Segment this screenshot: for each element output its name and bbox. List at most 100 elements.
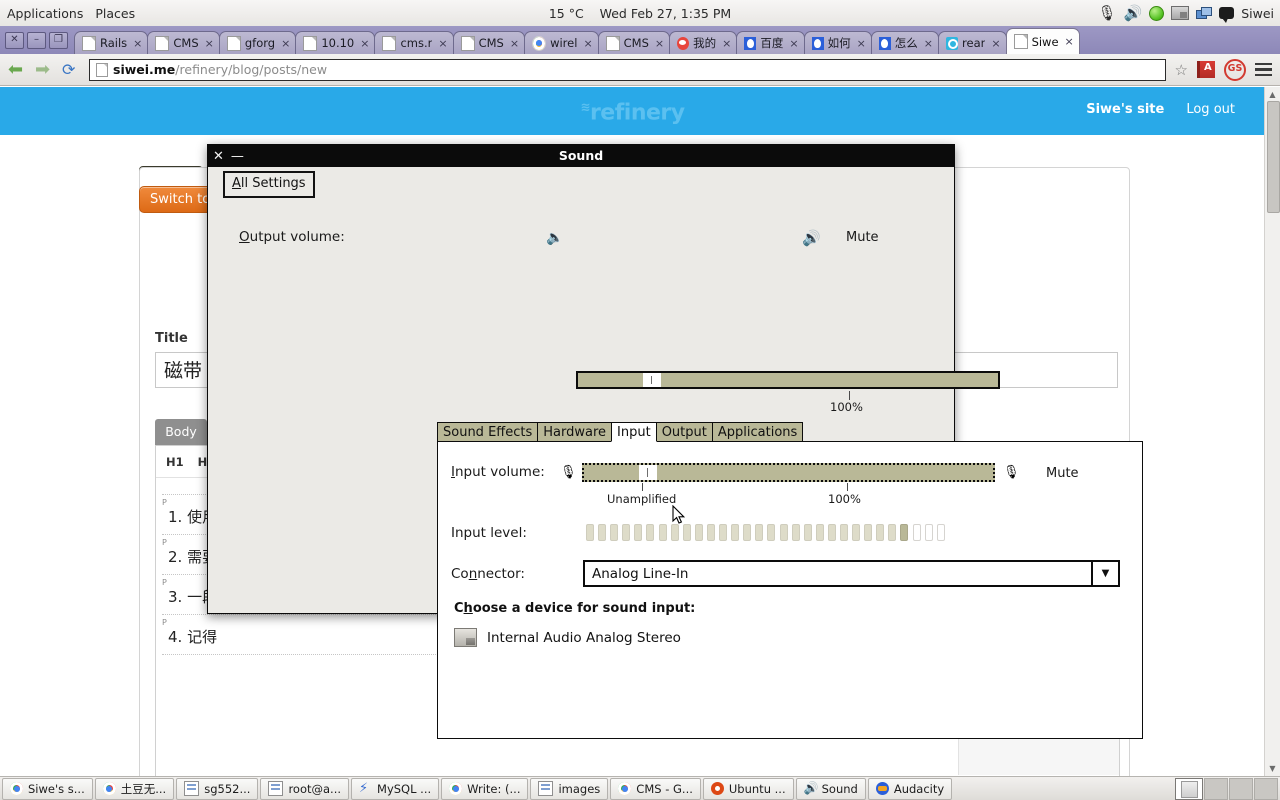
tab-applications[interactable]: Applications bbox=[712, 422, 803, 442]
level-segment bbox=[913, 524, 921, 541]
output-volume-handle[interactable] bbox=[643, 373, 661, 387]
scroll-up-icon[interactable]: ▲ bbox=[1267, 89, 1278, 100]
workspace-switcher-1[interactable] bbox=[1204, 778, 1228, 800]
taskbar-item-3[interactable]: root@a... bbox=[260, 778, 349, 800]
all-settings-button[interactable]: All Settings bbox=[223, 171, 315, 198]
workspace-switcher-3[interactable] bbox=[1254, 778, 1278, 800]
tab-hardware[interactable]: Hardware bbox=[537, 422, 612, 442]
taskbar-chrome-icon bbox=[10, 782, 23, 795]
browser-tab-1[interactable]: CMS× bbox=[147, 31, 219, 54]
window-close-button[interactable]: ✕ bbox=[5, 32, 24, 49]
browser-tab-0[interactable]: Rails× bbox=[74, 31, 148, 54]
scrollbar-thumb[interactable] bbox=[1267, 101, 1280, 213]
gs-extension-icon[interactable]: GS bbox=[1224, 59, 1246, 81]
panel-temperature[interactable]: 15 °C bbox=[549, 6, 584, 21]
tab-close-icon[interactable]: × bbox=[438, 37, 447, 50]
hamburger-menu-icon[interactable] bbox=[1255, 60, 1272, 80]
back-icon[interactable]: ⬅ bbox=[8, 61, 26, 79]
taskbar-bolt-icon: ⚡ bbox=[359, 782, 372, 795]
scroll-down-icon[interactable]: ▼ bbox=[1267, 763, 1278, 774]
tab-close-icon[interactable]: × bbox=[205, 37, 214, 50]
page-scrollbar[interactable]: ▲ ▼ bbox=[1264, 87, 1280, 776]
status-online-icon[interactable] bbox=[1149, 6, 1164, 21]
taskbar-item-9[interactable]: 🔊Sound bbox=[796, 778, 866, 800]
display-icon[interactable] bbox=[1171, 6, 1189, 20]
browser-tab-5[interactable]: CMS× bbox=[453, 31, 525, 54]
output-volume-slider[interactable] bbox=[576, 371, 1000, 389]
browser-tab-10[interactable]: 如何× bbox=[804, 31, 872, 54]
input-volume-slider[interactable] bbox=[582, 463, 995, 482]
tab-sound-effects[interactable]: Sound Effects bbox=[437, 422, 538, 442]
taskbar-item-8[interactable]: Ubuntu ... bbox=[703, 778, 794, 800]
window-restore-button[interactable]: ❐ bbox=[49, 32, 68, 49]
tab-close-icon[interactable]: × bbox=[281, 37, 290, 50]
input-volume-handle[interactable] bbox=[639, 465, 657, 480]
tab-close-icon[interactable]: × bbox=[1065, 35, 1074, 48]
tab-close-icon[interactable]: × bbox=[789, 37, 798, 50]
unamplified-label: Unamplified bbox=[607, 492, 676, 506]
taskbar-item-10[interactable]: Audacity bbox=[868, 778, 952, 800]
address-bar[interactable]: siwei.me/refinery/blog/posts/new bbox=[89, 59, 1166, 81]
sound-dialog: Sound ✕ — All Settings Output volume: 🔈 … bbox=[207, 144, 955, 614]
tab-body[interactable]: Body bbox=[155, 419, 207, 445]
forward-icon[interactable]: ➡ bbox=[35, 61, 53, 79]
browser-tab-7[interactable]: CMS× bbox=[598, 31, 670, 54]
level-segment bbox=[767, 524, 775, 541]
browser-tab-3[interactable]: 10.10× bbox=[295, 31, 375, 54]
window-preview-icon[interactable] bbox=[1175, 778, 1203, 800]
dictionary-extension-icon[interactable] bbox=[1197, 61, 1215, 78]
browser-tab-13[interactable]: Siwe× bbox=[1006, 28, 1080, 54]
panel-username[interactable]: Siwei bbox=[1241, 6, 1274, 21]
tab-close-icon[interactable]: × bbox=[722, 37, 731, 50]
taskbar-item-4[interactable]: ⚡MySQL ... bbox=[351, 778, 439, 800]
editor-paragraph-4[interactable]: 4. 记得 bbox=[168, 626, 217, 647]
taskbar-doc-icon bbox=[538, 781, 553, 796]
dialog-close-icon[interactable]: ✕ bbox=[213, 149, 224, 164]
device-list-item[interactable]: Internal Audio Analog Stereo bbox=[454, 628, 681, 647]
chat-icon[interactable] bbox=[1219, 7, 1234, 19]
volume-icon[interactable]: 🔊 bbox=[1124, 6, 1143, 21]
taskbar-item-7[interactable]: CMS - G... bbox=[610, 778, 701, 800]
browser-tab-9[interactable]: 百度× bbox=[736, 31, 804, 54]
network-icon[interactable] bbox=[1196, 7, 1212, 20]
taskbar-item-0[interactable]: Siwe's s... bbox=[2, 778, 93, 800]
browser-tab-11[interactable]: 怎么× bbox=[871, 31, 939, 54]
tab-favicon-search-icon bbox=[946, 37, 958, 50]
input-mute-checkbox[interactable]: Mute bbox=[1046, 466, 1079, 481]
tab-close-icon[interactable]: × bbox=[655, 37, 664, 50]
bookmark-star-icon[interactable]: ☆ bbox=[1175, 61, 1188, 79]
reload-icon[interactable]: ⟳ bbox=[62, 61, 80, 79]
tab-label: rear bbox=[962, 36, 985, 50]
workspace-switcher-2[interactable] bbox=[1229, 778, 1253, 800]
tab-input[interactable]: Input bbox=[611, 422, 657, 442]
tab-close-icon[interactable]: × bbox=[924, 37, 933, 50]
tab-close-icon[interactable]: × bbox=[857, 37, 866, 50]
browser-tab-8[interactable]: 我的× bbox=[669, 31, 737, 54]
browser-tab-2[interactable]: gforg× bbox=[219, 31, 296, 54]
site-link[interactable]: Siwe's site bbox=[1086, 102, 1164, 117]
window-minimize-button[interactable]: – bbox=[27, 32, 46, 49]
taskbar-sound-icon: 🔊 bbox=[804, 782, 817, 795]
browser-tab-6[interactable]: wirel× bbox=[524, 31, 599, 54]
browser-tab-12[interactable]: rear × bbox=[938, 31, 1007, 54]
taskbar-item-6[interactable]: images bbox=[530, 778, 608, 800]
tab-close-icon[interactable]: × bbox=[360, 37, 369, 50]
tab-close-icon[interactable]: × bbox=[583, 37, 592, 50]
heading-h1-button[interactable]: H1 bbox=[166, 455, 184, 469]
taskbar-item-2[interactable]: sg552... bbox=[176, 778, 258, 800]
dialog-minimize-icon[interactable]: — bbox=[231, 149, 244, 164]
taskbar-item-5[interactable]: Write: (... bbox=[441, 778, 528, 800]
logout-link[interactable]: Log out bbox=[1186, 102, 1235, 117]
tab-output[interactable]: Output bbox=[656, 422, 713, 442]
title-label: Title bbox=[155, 331, 188, 346]
tab-close-icon[interactable]: × bbox=[133, 37, 142, 50]
panel-datetime[interactable]: Wed Feb 27, 1:35 PM bbox=[600, 6, 732, 21]
output-mute-checkbox[interactable]: Mute bbox=[846, 230, 879, 245]
tab-close-icon[interactable]: × bbox=[991, 37, 1000, 50]
browser-tab-4[interactable]: cms.r× bbox=[374, 31, 453, 54]
microphone-icon[interactable]: 🎙 bbox=[1097, 6, 1116, 21]
taskbar-item-1[interactable]: 土豆无... bbox=[95, 778, 174, 800]
tab-close-icon[interactable]: × bbox=[510, 37, 519, 50]
chevron-down-icon[interactable]: ▼ bbox=[1091, 562, 1118, 585]
connector-select[interactable]: Analog Line-In ▼ bbox=[583, 560, 1120, 587]
